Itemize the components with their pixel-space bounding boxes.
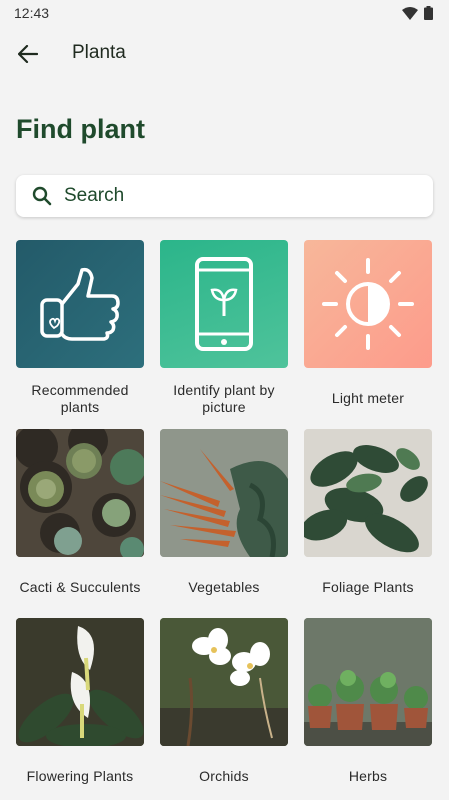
light-meter-image xyxy=(304,240,432,368)
sun-half-icon xyxy=(318,254,418,354)
orchids-photo xyxy=(160,618,288,746)
app-title: Planta xyxy=(72,42,126,63)
category-label: Light meter xyxy=(331,390,405,406)
flowering-photo xyxy=(16,618,144,746)
category-identify-plant[interactable]: Identify plant by picture xyxy=(160,240,288,429)
identify-plant-image xyxy=(160,240,288,368)
category-label: Recommended plants xyxy=(31,381,129,415)
recommended-plants-image xyxy=(16,240,144,368)
search-input[interactable] xyxy=(64,185,404,207)
vegetables-photo xyxy=(160,429,288,557)
back-button[interactable] xyxy=(14,40,42,68)
category-cacti-succulents[interactable]: Cacti & Succulents xyxy=(16,429,144,618)
category-label: Cacti & Succulents xyxy=(19,579,141,595)
category-label: Vegetables xyxy=(188,579,260,595)
herbs-photo xyxy=(304,618,432,746)
category-orchids[interactable]: Orchids xyxy=(160,618,288,800)
arrow-back-icon xyxy=(18,45,38,63)
cacti-photo xyxy=(16,429,144,557)
category-recommended-plants[interactable]: Recommended plants xyxy=(16,240,144,429)
wifi-icon xyxy=(402,6,418,20)
battery-icon xyxy=(424,6,433,20)
thumbs-up-icon xyxy=(38,266,122,342)
category-light-meter[interactable]: Light meter xyxy=(304,240,432,429)
foliage-photo xyxy=(304,429,432,557)
app-bar: Planta xyxy=(0,30,449,76)
search-icon xyxy=(32,186,52,206)
category-herbs[interactable]: Herbs xyxy=(304,618,432,800)
status-icons xyxy=(402,6,433,20)
category-grid: Recommended plants Identify plant by pic… xyxy=(16,240,433,800)
category-foliage-plants[interactable]: Foliage Plants xyxy=(304,429,432,618)
category-label: Identify plant by picture xyxy=(173,381,275,415)
phone-plant-icon xyxy=(194,256,254,352)
category-flowering-plants[interactable]: Flowering Plants xyxy=(16,618,144,800)
page-title: Find plant xyxy=(16,114,145,144)
search-bar[interactable] xyxy=(16,175,433,217)
category-label: Flowering Plants xyxy=(26,768,134,784)
category-label: Foliage Plants xyxy=(322,579,414,595)
status-bar: 12:43 xyxy=(0,0,449,26)
status-time: 12:43 xyxy=(14,5,50,21)
category-label: Herbs xyxy=(348,768,388,784)
category-vegetables[interactable]: Vegetables xyxy=(160,429,288,618)
category-label: Orchids xyxy=(199,768,249,784)
